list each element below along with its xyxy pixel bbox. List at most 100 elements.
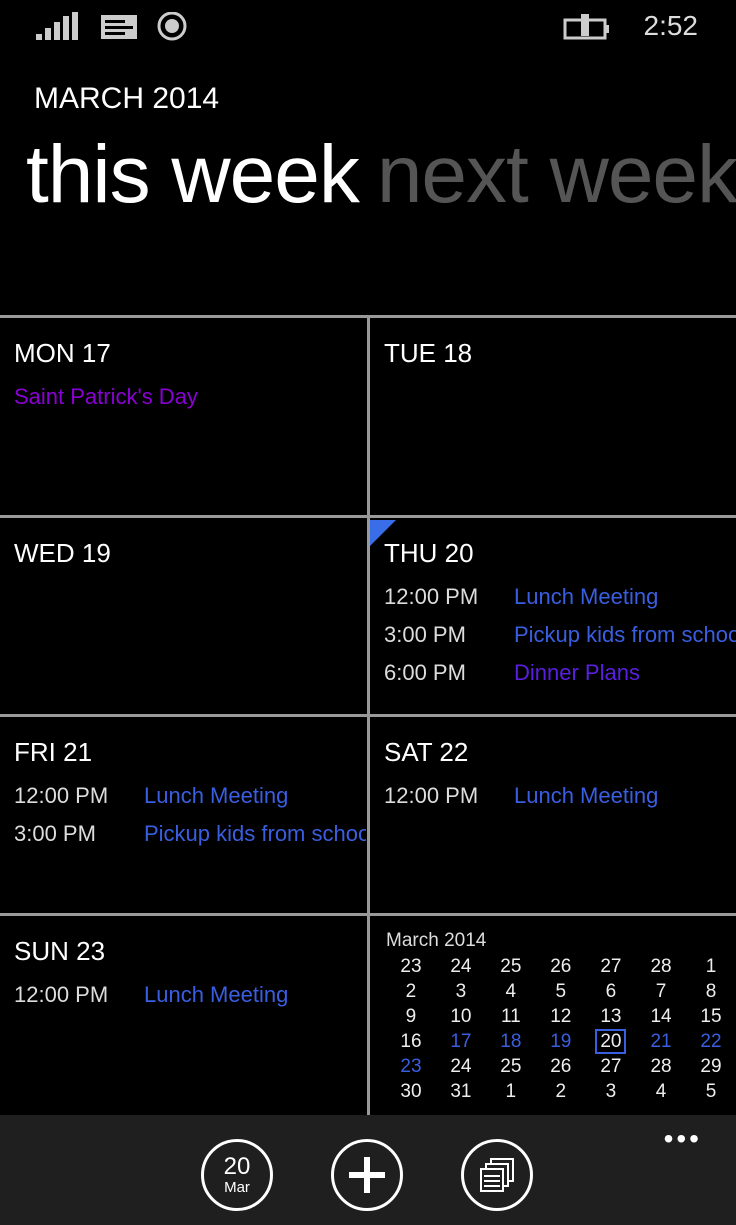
mini-calendar-cell[interactable]: 24: [436, 954, 486, 979]
mini-calendar-day[interactable]: 2: [406, 981, 417, 1002]
event[interactable]: 12:00 PM Lunch Meeting: [14, 783, 288, 809]
add-button[interactable]: [331, 1139, 403, 1211]
mini-calendar-day[interactable]: 26: [550, 1056, 571, 1077]
mini-calendar-day[interactable]: 3: [456, 981, 467, 1002]
mini-calendar-cell[interactable]: 30: [386, 1079, 436, 1104]
mini-calendar-day[interactable]: 11: [501, 1006, 521, 1027]
mini-calendar-cell[interactable]: 20: [586, 1028, 636, 1054]
event[interactable]: Saint Patrick's Day: [14, 384, 198, 410]
mini-calendar-day[interactable]: 4: [506, 981, 517, 1002]
mini-calendar-cell[interactable]: 18: [486, 1029, 536, 1054]
today-button[interactable]: 20 Mar: [201, 1139, 273, 1211]
mini-calendar-cell[interactable]: 16: [386, 1029, 436, 1054]
mini-calendar-day[interactable]: 23: [400, 1056, 421, 1077]
pivot-next-week[interactable]: next week: [377, 129, 736, 220]
mini-calendar-day[interactable]: 22: [700, 1031, 721, 1052]
event[interactable]: 12:00 PM Lunch Meeting: [14, 982, 288, 1008]
mini-calendar-cell[interactable]: 26: [536, 954, 586, 979]
mini-calendar-day[interactable]: 27: [600, 956, 621, 977]
mini-calendar-cell[interactable]: 24: [436, 1054, 486, 1079]
event[interactable]: 12:00 PM Lunch Meeting: [384, 783, 658, 809]
event[interactable]: 12:00 PM Lunch Meeting: [384, 584, 658, 610]
mini-calendar-day[interactable]: 12: [550, 1006, 571, 1027]
mini-calendar-cell[interactable]: 17: [436, 1029, 486, 1054]
mini-calendar-cell[interactable]: 23: [386, 954, 436, 979]
mini-calendar-day[interactable]: 29: [700, 1056, 721, 1077]
mini-calendar-day[interactable]: 9: [406, 1006, 417, 1027]
mini-calendar-cell[interactable]: 22: [686, 1029, 736, 1054]
mini-calendar-cell[interactable]: 8: [686, 979, 736, 1004]
mini-calendar-cell[interactable]: 1: [486, 1079, 536, 1104]
mini-calendar-cell[interactable]: 31: [436, 1079, 486, 1104]
mini-calendar-cell[interactable]: 26: [536, 1054, 586, 1079]
mini-calendar-cell[interactable]: 29: [686, 1054, 736, 1079]
mini-calendar-day[interactable]: 24: [450, 956, 471, 977]
mini-calendar-day[interactable]: 17: [450, 1031, 471, 1052]
day-cell[interactable]: THU 20 12:00 PM Lunch Meeting 3:00 PM Pickup…: [370, 518, 736, 714]
mini-calendar-cell[interactable]: 25: [486, 1054, 536, 1079]
mini-calendar-cell[interactable]: 11: [486, 1004, 536, 1029]
mini-calendar-day[interactable]: 16: [400, 1031, 421, 1052]
mini-calendar[interactable]: March 2014 23 24 25 26 27 28 1 2 3 4 5 6 7 8 9 10 11 12 13…: [386, 930, 736, 1104]
calendar-view-button[interactable]: [461, 1139, 533, 1211]
mini-calendar-cell[interactable]: 6: [586, 979, 636, 1004]
mini-calendar-day[interactable]: 25: [500, 956, 521, 977]
mini-calendar-day[interactable]: 8: [706, 981, 717, 1002]
mini-calendar-cell[interactable]: 10: [436, 1004, 486, 1029]
mini-calendar-day[interactable]: 2: [555, 1081, 566, 1102]
mini-calendar-cell[interactable]: 27: [586, 954, 636, 979]
mini-calendar-day[interactable]: 25: [500, 1056, 521, 1077]
mini-calendar-day[interactable]: 1: [706, 956, 717, 977]
mini-calendar-day[interactable]: 1: [506, 1081, 517, 1102]
mini-calendar-day[interactable]: 28: [650, 1056, 671, 1077]
mini-calendar-cell[interactable]: 27: [586, 1054, 636, 1079]
mini-calendar-cell[interactable]: 5: [686, 1079, 736, 1104]
mini-calendar-day[interactable]: 30: [400, 1081, 421, 1102]
day-cell[interactable]: SUN 23 12:00 PM Lunch Meeting: [0, 916, 366, 1112]
pivot-this-week[interactable]: this week: [26, 129, 360, 220]
mini-calendar-day[interactable]: 15: [700, 1006, 721, 1027]
mini-calendar-cell[interactable]: 4: [486, 979, 536, 1004]
mini-calendar-day[interactable]: 18: [500, 1031, 521, 1052]
more-button[interactable]: •••: [664, 1123, 702, 1155]
mini-calendar-day[interactable]: 4: [656, 1081, 667, 1102]
day-cell[interactable]: FRI 21 12:00 PM Lunch Meeting 3:00 PM Pickup…: [0, 717, 366, 913]
mini-calendar-day[interactable]: 13: [600, 1006, 621, 1027]
event[interactable]: 3:00 PM Pickup kids from school: [14, 821, 366, 847]
mini-calendar-cell[interactable]: 13: [586, 1004, 636, 1029]
mini-calendar-day[interactable]: 14: [650, 1006, 671, 1027]
mini-calendar-day[interactable]: 7: [656, 981, 667, 1002]
mini-calendar-cell[interactable]: 1: [686, 954, 736, 979]
mini-calendar-cell[interactable]: 19: [536, 1029, 586, 1054]
event[interactable]: 6:00 PM Dinner Plans: [384, 660, 640, 686]
mini-calendar-day[interactable]: 10: [450, 1006, 471, 1027]
mini-calendar-cell[interactable]: 14: [636, 1004, 686, 1029]
mini-calendar-cell[interactable]: 15: [686, 1004, 736, 1029]
mini-calendar-day[interactable]: 28: [650, 956, 671, 977]
mini-calendar-cell[interactable]: 2: [386, 979, 436, 1004]
mini-calendar-day[interactable]: 26: [550, 956, 571, 977]
mini-calendar-cell[interactable]: 23: [386, 1054, 436, 1079]
mini-calendar-cell[interactable]: 3: [436, 979, 486, 1004]
mini-calendar-cell[interactable]: 12: [536, 1004, 586, 1029]
mini-calendar-day[interactable]: 31: [450, 1081, 471, 1102]
day-cell[interactable]: SAT 22 12:00 PM Lunch Meeting: [370, 717, 736, 913]
mini-calendar-cell[interactable]: 9: [386, 1004, 436, 1029]
mini-calendar-cell[interactable]: 28: [636, 954, 686, 979]
mini-calendar-day[interactable]: 20: [595, 1028, 627, 1054]
mini-calendar-cell[interactable]: 7: [636, 979, 686, 1004]
mini-calendar-day[interactable]: 27: [600, 1056, 621, 1077]
mini-calendar-day[interactable]: 5: [706, 1081, 717, 1102]
mini-calendar-cell[interactable]: 28: [636, 1054, 686, 1079]
day-cell[interactable]: TUE 18: [370, 318, 736, 514]
day-cell[interactable]: MON 17 Saint Patrick's Day: [0, 318, 366, 514]
mini-calendar-cell[interactable]: 5: [536, 979, 586, 1004]
day-cell[interactable]: WED 19: [0, 518, 366, 714]
event[interactable]: 3:00 PM Pickup kids from school: [384, 622, 736, 648]
mini-calendar-cell[interactable]: 4: [636, 1079, 686, 1104]
mini-calendar-day[interactable]: 23: [400, 956, 421, 977]
mini-calendar-day[interactable]: 6: [606, 981, 617, 1002]
mini-calendar-cell[interactable]: 2: [536, 1079, 586, 1104]
mini-calendar-day[interactable]: 19: [550, 1031, 571, 1052]
mini-calendar-cell[interactable]: 21: [636, 1029, 686, 1054]
